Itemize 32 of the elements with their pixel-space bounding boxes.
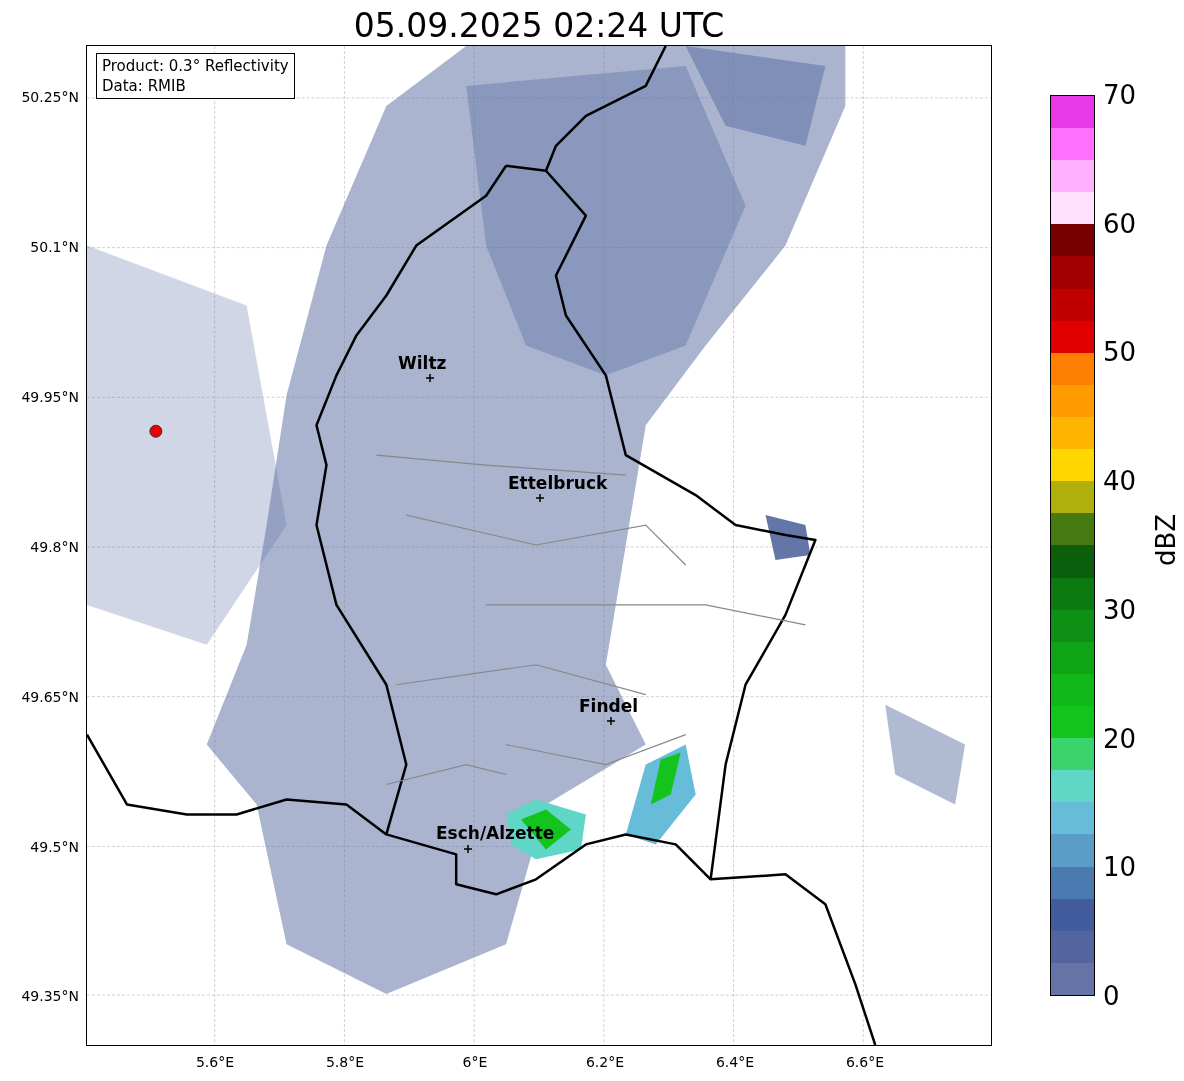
axis-tick-label: 6.2°E	[584, 1054, 626, 1070]
colorbar-tick-label: 70	[1102, 80, 1137, 110]
info-text: Product: 0.3° Reflectivity	[102, 56, 289, 76]
city-marker-icon	[464, 845, 472, 853]
chart-title: 05.09.2025 02:24 UTC	[352, 5, 726, 45]
colorbar-tick-label: 20	[1102, 723, 1137, 754]
axis-tick-label: 50.1°N	[30, 239, 79, 255]
colorbar-tick-label: 50	[1102, 337, 1137, 368]
axis-tick-label: 49.5°N	[30, 839, 79, 855]
city-marker-icon	[426, 374, 434, 382]
city-label: Wiltz	[398, 353, 447, 373]
colorbar-tick-label: 30	[1102, 594, 1137, 625]
colorbar-tick-label: 10	[1102, 852, 1137, 883]
city-label: Findel	[579, 696, 639, 716]
city-marker-icon	[536, 494, 544, 502]
axis-tick-label: 49.95°N	[21, 389, 79, 405]
axis-tick-label: 49.65°N	[21, 689, 79, 705]
axis-tick-label: 6°E	[461, 1054, 489, 1070]
axis-tick-label: 49.35°N	[21, 988, 79, 1004]
info-text: Data: RMIB	[102, 76, 187, 96]
colorbar-tick-label: 0	[1102, 981, 1120, 1011]
axis-tick-label: 5.6°E	[194, 1054, 236, 1070]
axis-tick-label: 6.4°E	[714, 1054, 756, 1070]
colorbar-label: dBZ	[1151, 513, 1182, 567]
axis-tick-label: 49.8°N	[30, 539, 79, 555]
city-label: Ettelbruck	[508, 473, 608, 493]
colorbar-tick-label: 60	[1102, 208, 1137, 239]
axis-tick-label: 5.8°E	[324, 1054, 366, 1070]
city-marker-icon	[607, 717, 615, 725]
colorbar-tick-label: 40	[1102, 466, 1137, 497]
axis-tick-label: 50.25°N	[21, 89, 79, 105]
axis-tick-label: 6.6°E	[844, 1054, 886, 1070]
